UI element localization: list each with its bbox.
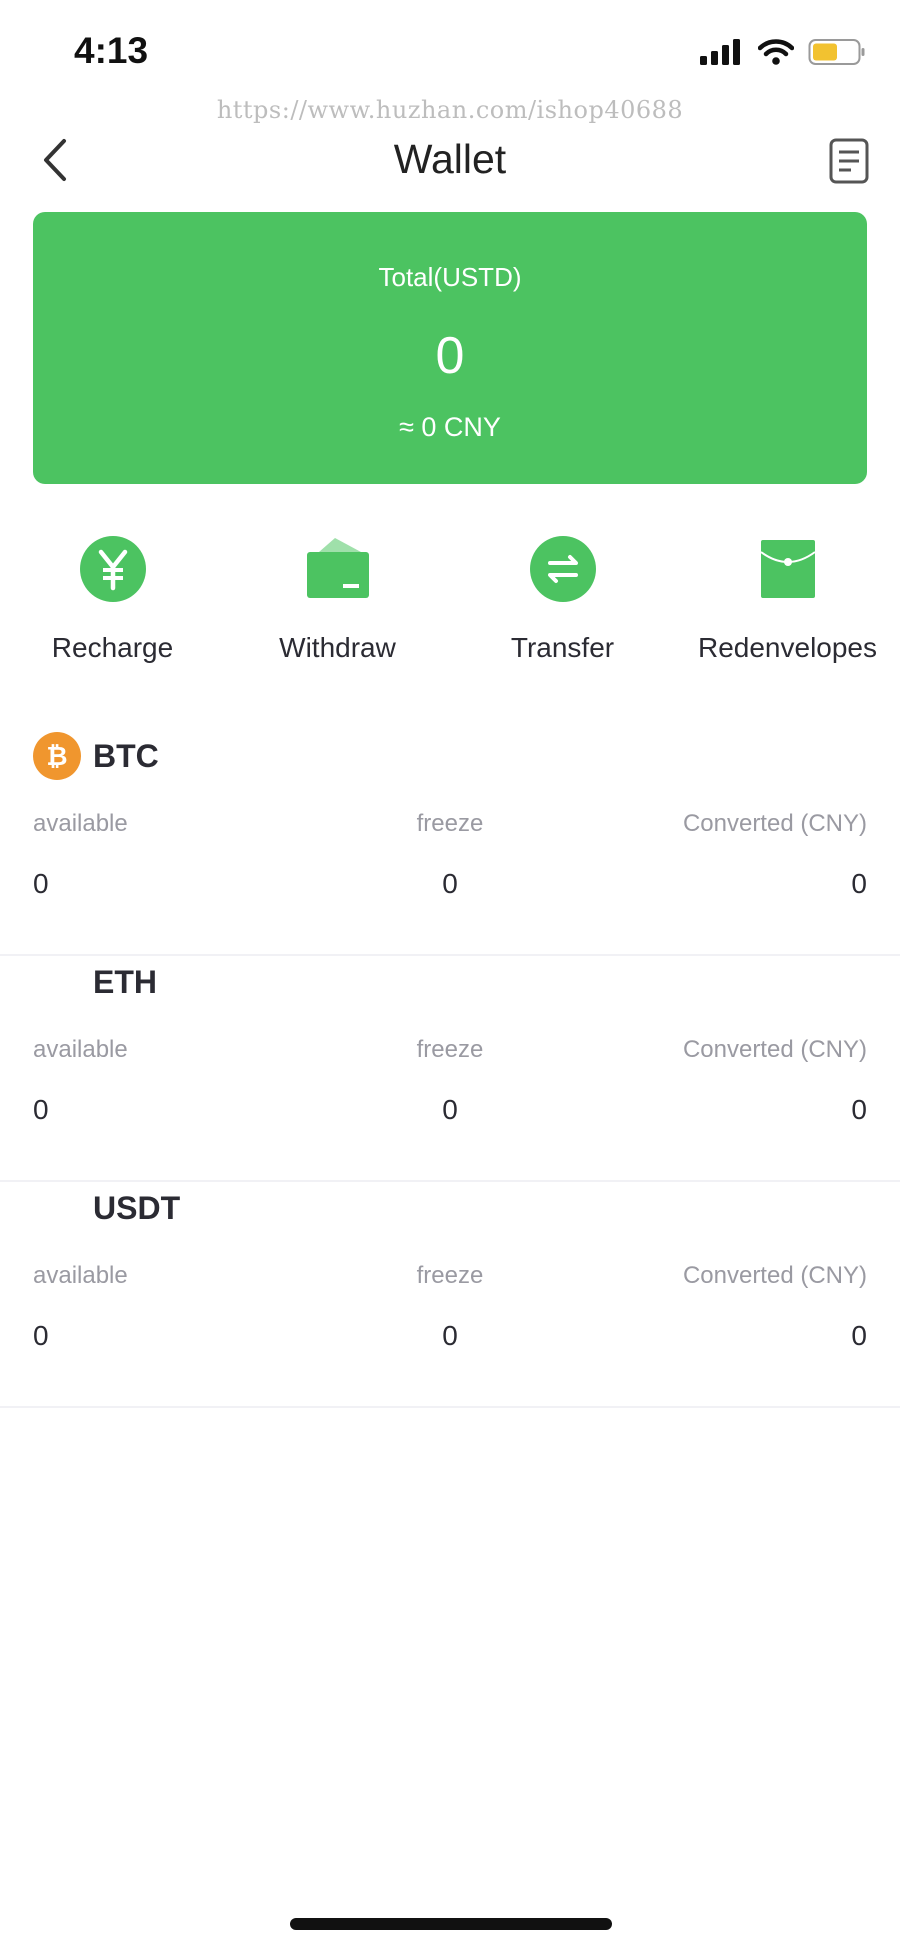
wallet-actions: Recharge Withdraw Transfer Redenvelopes	[0, 534, 900, 674]
coin-header: ETH	[33, 956, 157, 1008]
coin-row-btc[interactable]: ₿ BTC available freeze Converted (CNY) 0…	[0, 730, 900, 956]
recharge-label: Recharge	[51, 632, 174, 663]
withdraw-label: Withdraw	[279, 632, 396, 663]
wallet-icon	[303, 534, 373, 604]
coin-name: BTC	[93, 737, 159, 774]
coin-logo-placeholder	[33, 958, 81, 1006]
coin-header: ₿ BTC	[33, 730, 159, 782]
freeze-value: 0	[442, 868, 458, 899]
coin-name: ETH	[93, 963, 157, 1000]
converted-value: 0	[851, 1094, 867, 1125]
status-time: 4:13	[74, 30, 149, 71]
freeze-value: 0	[442, 1094, 458, 1125]
coin-row-eth[interactable]: ETH available freeze Converted (CNY) 0 0…	[0, 956, 900, 1182]
coin-name: USDT	[93, 1189, 181, 1226]
cellular-signal-icon	[700, 39, 740, 65]
svg-text:₿: ₿	[46, 742, 67, 772]
transfer-arrows-icon	[528, 534, 598, 604]
converted-value: 0	[851, 1320, 867, 1351]
converted-label: Converted (CNY)	[682, 1036, 867, 1063]
coin-row-usdt[interactable]: USDT available freeze Converted (CNY) 0 …	[0, 1182, 900, 1408]
recharge-button[interactable]: Recharge	[0, 534, 225, 664]
home-indicator[interactable]	[290, 1918, 612, 1930]
transfer-button[interactable]: Transfer	[450, 534, 675, 664]
wifi-icon	[758, 39, 794, 65]
coin-logo-placeholder	[33, 1184, 81, 1232]
bitcoin-icon: ₿	[33, 732, 81, 780]
redenvelopes-label: Redenvelopes	[697, 632, 878, 663]
withdraw-button[interactable]: Withdraw	[225, 534, 450, 664]
coin-header: USDT	[33, 1182, 180, 1234]
document-list-icon	[829, 138, 869, 184]
total-cny: ≈ 0 CNY	[399, 412, 501, 442]
yuan-circle-icon	[78, 534, 148, 604]
battery-icon	[808, 39, 865, 65]
red-envelope-icon	[753, 534, 823, 604]
redenvelopes-button[interactable]: Redenvelopes	[675, 534, 900, 664]
status-bar: 4:13	[0, 0, 900, 100]
total-value: 0	[435, 327, 465, 385]
status-icons	[700, 38, 866, 66]
converted-value: 0	[851, 868, 867, 899]
converted-label: Converted (CNY)	[682, 810, 867, 837]
records-button[interactable]	[824, 134, 874, 188]
total-label: Total(USTD)	[378, 262, 522, 292]
header: Wallet	[0, 130, 900, 190]
transfer-label: Transfer	[510, 632, 615, 663]
page-title: Wallet	[393, 136, 507, 182]
freeze-value: 0	[442, 1320, 458, 1351]
converted-label: Converted (CNY)	[682, 1262, 867, 1289]
total-balance-card: Total(USTD) 0 ≈ 0 CNY	[33, 212, 867, 484]
watermark-url: https://www.huzhan.com/ishop40688	[216, 96, 684, 124]
